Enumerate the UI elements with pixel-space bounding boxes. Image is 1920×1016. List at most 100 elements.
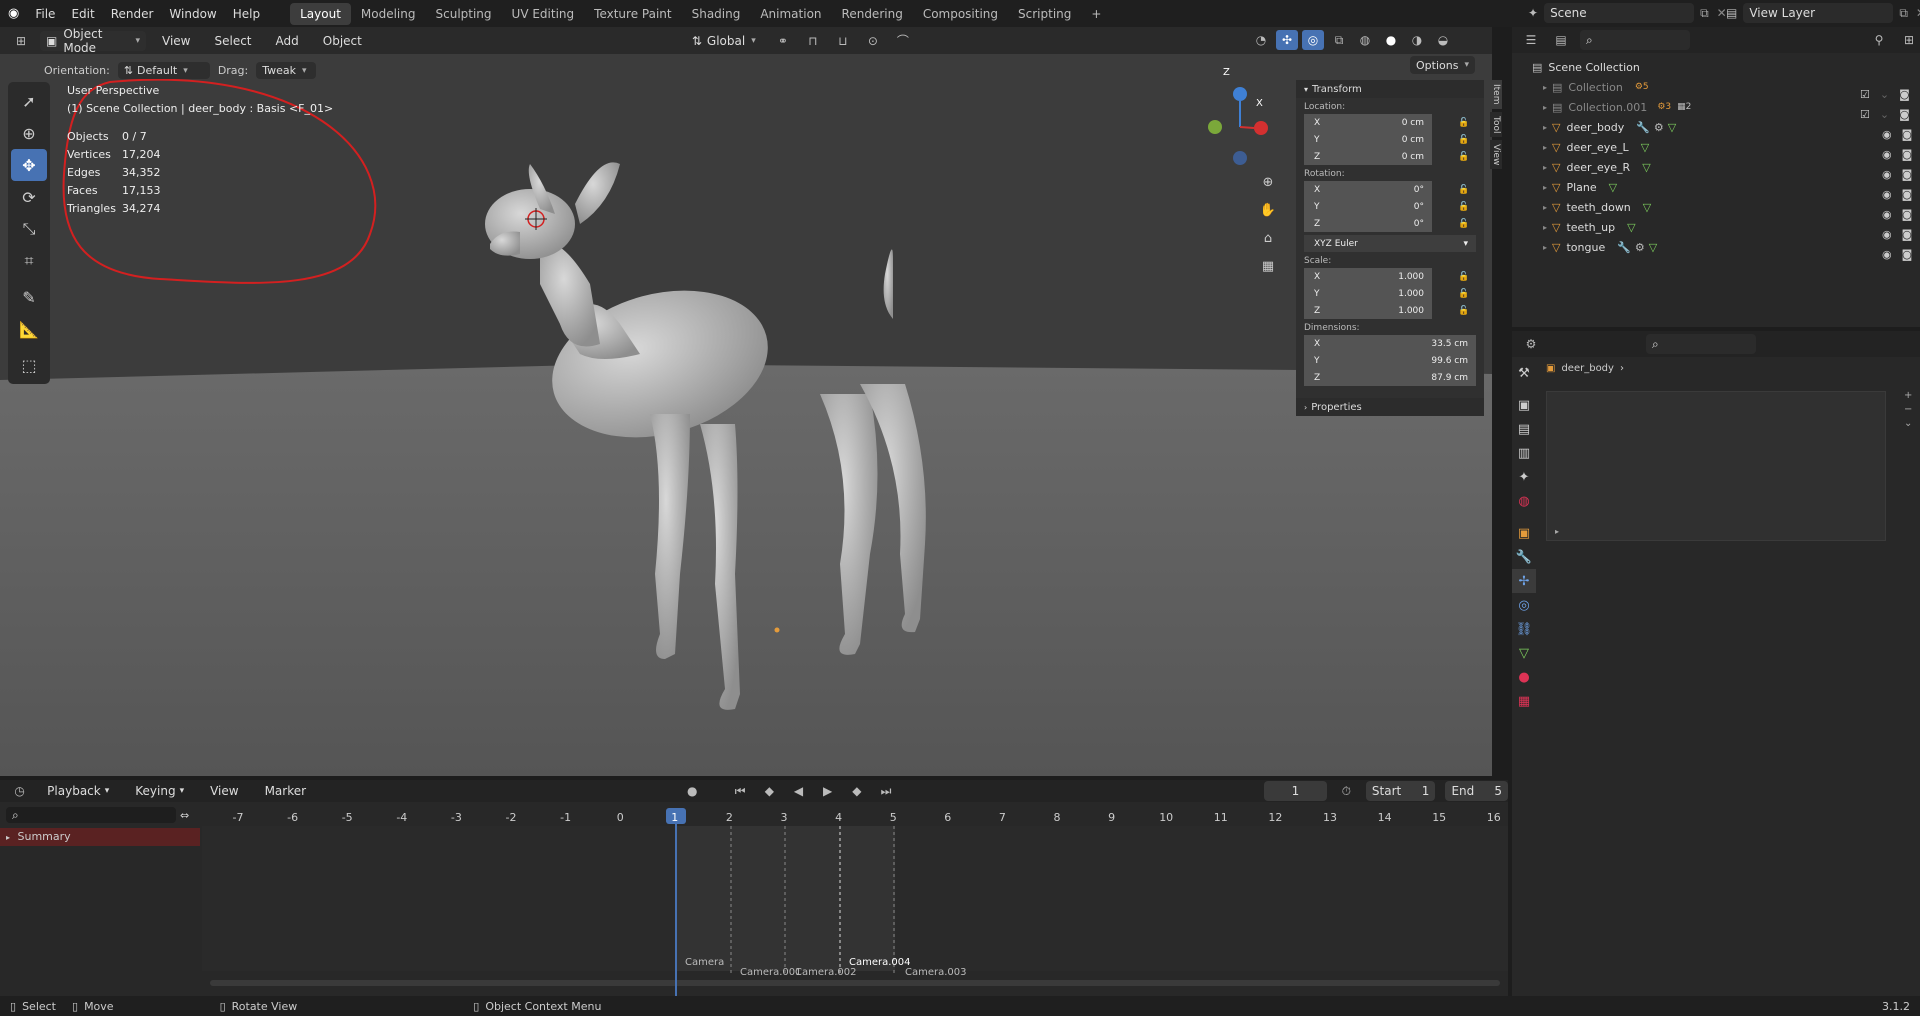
xray-icon[interactable]: ⧉: [1328, 30, 1350, 50]
outliner-row-collection[interactable]: ▸ ▤ Collection ⚙5: [1512, 77, 1920, 97]
shading-rendered-icon[interactable]: ◒: [1432, 30, 1454, 50]
sidebar-tab-item[interactable]: Item: [1490, 80, 1502, 109]
shading-solid-icon[interactable]: ●: [1380, 30, 1402, 50]
shading-material-icon[interactable]: ◑: [1406, 30, 1428, 50]
filter-icon[interactable]: ⚲: [1868, 30, 1890, 50]
camera-icon[interactable]: ⌂: [1256, 226, 1280, 250]
editor-type-icon[interactable]: ☰: [1520, 30, 1542, 50]
sidebar-tab-view[interactable]: View: [1490, 139, 1502, 170]
checkbox-icon[interactable]: ☑: [1860, 85, 1870, 105]
drag-dropdown[interactable]: Tweak ▾: [256, 62, 317, 79]
visibility-eye-icon[interactable]: ◉: [1882, 205, 1892, 225]
lock-icon[interactable]: 🔓: [1458, 135, 1469, 145]
visibility-eye-icon[interactable]: ◉: [1882, 145, 1892, 165]
world-properties-icon[interactable]: ◍: [1512, 489, 1536, 513]
scene-name-field[interactable]: Scene: [1544, 3, 1695, 23]
rotate-tool-icon[interactable]: ⟳: [11, 181, 47, 213]
viewport-menu-object[interactable]: Object: [315, 27, 370, 54]
tab-modeling[interactable]: Modeling: [351, 3, 426, 25]
proportional-edit-icon[interactable]: ⊙: [862, 31, 884, 51]
transform-orientation-dropdown[interactable]: ⇅ Global ▾: [686, 31, 764, 51]
outliner-row-deer-eye-l[interactable]: ▸ ▽ deer_eye_L ▽: [1512, 137, 1920, 157]
menu-window[interactable]: Window: [161, 0, 224, 27]
outliner-row-collection001[interactable]: ▸ ▤ Collection.001 ⚙3 ▦2: [1512, 97, 1920, 117]
visibility-eye-icon[interactable]: ◉: [1882, 125, 1892, 145]
menu-edit[interactable]: Edit: [63, 0, 102, 27]
render-camera-icon[interactable]: ◙: [1902, 145, 1913, 165]
new-collection-icon[interactable]: ⊞: [1898, 30, 1920, 50]
render-camera-icon[interactable]: ◙: [1902, 165, 1913, 185]
lock-icon[interactable]: 🔓: [1458, 118, 1469, 128]
tab-compositing[interactable]: Compositing: [913, 3, 1008, 25]
view-layer-properties-icon[interactable]: ▥: [1512, 441, 1536, 465]
tool-properties-icon[interactable]: ⚒: [1512, 361, 1536, 385]
transform-panel-header[interactable]: ▾ Transform: [1296, 80, 1484, 98]
tab-animation[interactable]: Animation: [750, 3, 831, 25]
snap-icon[interactable]: ⊓: [802, 31, 824, 51]
tab-layout[interactable]: Layout: [290, 2, 351, 25]
physics-properties-icon[interactable]: ◎: [1512, 593, 1536, 617]
view-layer-copy-icon[interactable]: ⧉: [1899, 6, 1908, 21]
location-z-field[interactable]: Z 0 cm: [1304, 148, 1432, 165]
rotation-mode-dropdown[interactable]: XYZ Euler ▾: [1304, 235, 1476, 252]
tab-rendering[interactable]: Rendering: [832, 3, 913, 25]
render-camera-icon[interactable]: ◙: [1899, 85, 1910, 105]
chevron-down-icon[interactable]: ⌄: [1904, 417, 1912, 431]
texture-properties-icon[interactable]: ▦: [1512, 689, 1536, 713]
viewport-menu-view[interactable]: View: [154, 27, 198, 54]
render-camera-icon[interactable]: ◙: [1902, 125, 1913, 145]
menu-render[interactable]: Render: [103, 0, 162, 27]
3d-viewport[interactable]: Orientation: ⇅ Default ▾ Drag: Tweak ▾ O…: [0, 54, 1492, 776]
output-properties-icon[interactable]: ▤: [1512, 417, 1536, 441]
sidebar-tab-tool[interactable]: Tool: [1490, 111, 1502, 137]
render-camera-icon[interactable]: ◙: [1899, 105, 1910, 125]
render-properties-icon[interactable]: ▣: [1512, 393, 1536, 417]
snap-target-icon[interactable]: ⊔: [832, 31, 854, 51]
tab-texture-paint[interactable]: Texture Paint: [584, 3, 681, 25]
visibility-eye-icon[interactable]: ⌄: [1880, 85, 1889, 105]
move-tool-icon[interactable]: ✥: [11, 149, 47, 181]
lock-icon[interactable]: 🔓: [1458, 306, 1469, 316]
outliner-row-deer-body[interactable]: ▸ ▽ deer_body 🔧 ⚙ ▽: [1512, 117, 1920, 137]
lock-icon[interactable]: 🔓: [1458, 202, 1469, 212]
render-camera-icon[interactable]: ◙: [1902, 185, 1913, 205]
render-camera-icon[interactable]: ◙: [1902, 205, 1913, 225]
scale-z-field[interactable]: Z 1.000: [1304, 302, 1432, 319]
properties-content-panel[interactable]: ▸: [1546, 391, 1886, 541]
rotation-y-field[interactable]: Y 0°: [1304, 198, 1432, 215]
tab-scripting[interactable]: Scripting: [1008, 3, 1081, 25]
outliner-row-teeth-down[interactable]: ▸ ▽ teeth_down ▽: [1512, 197, 1920, 217]
ortho-grid-icon[interactable]: ▦: [1256, 254, 1280, 278]
marker-camera-004[interactable]: Camera.004: [849, 957, 911, 968]
gizmo-toggle-icon[interactable]: ✣: [1276, 30, 1298, 50]
view-layer-close-icon[interactable]: ✕: [1916, 6, 1920, 20]
scale-tool-icon[interactable]: ⤡: [11, 213, 47, 245]
visibility-eye-icon[interactable]: ◉: [1882, 185, 1892, 205]
visibility-eye-icon[interactable]: ◉: [1882, 245, 1892, 265]
shading-wireframe-icon[interactable]: ◍: [1354, 30, 1376, 50]
gizmo-z-label[interactable]: Z: [1223, 67, 1230, 78]
overlays-toggle-icon[interactable]: ◎: [1302, 30, 1324, 50]
tab-uv-editing[interactable]: UV Editing: [502, 3, 585, 25]
dimensions-x-field[interactable]: X 33.5 cm: [1304, 335, 1476, 352]
pivot-point-icon[interactable]: ⚭: [772, 31, 794, 51]
constraints-properties-icon[interactable]: ⛓: [1512, 617, 1536, 641]
rotation-z-field[interactable]: Z 0°: [1304, 215, 1432, 232]
checkbox-icon[interactable]: ☑: [1860, 105, 1870, 125]
dimensions-y-field[interactable]: Y 99.6 cm: [1304, 352, 1476, 369]
modifier-properties-icon[interactable]: 🔧: [1512, 545, 1536, 569]
remove-icon[interactable]: −: [1904, 403, 1912, 417]
zoom-icon[interactable]: ⊕: [1256, 170, 1280, 194]
menu-file[interactable]: File: [27, 0, 63, 27]
measure-tool-icon[interactable]: 📐: [11, 313, 47, 345]
scene-selector[interactable]: ✦ Scene ⧉ ✕: [1528, 3, 1727, 23]
transform-tool-icon[interactable]: ⌗: [11, 245, 47, 277]
editor-type-icon[interactable]: ⚙: [1520, 334, 1542, 354]
scene-properties-icon[interactable]: ✦: [1512, 465, 1536, 489]
expand-icon[interactable]: ▸: [1555, 527, 1559, 536]
lock-icon[interactable]: 🔓: [1458, 152, 1469, 162]
falloff-icon[interactable]: ⌒: [892, 31, 914, 51]
dimensions-z-field[interactable]: Z 87.9 cm: [1304, 369, 1476, 386]
view-layer-selector[interactable]: ▤ View Layer ⧉ ✕: [1726, 3, 1920, 23]
outliner-row-plane[interactable]: ▸ ▽ Plane ▽: [1512, 177, 1920, 197]
